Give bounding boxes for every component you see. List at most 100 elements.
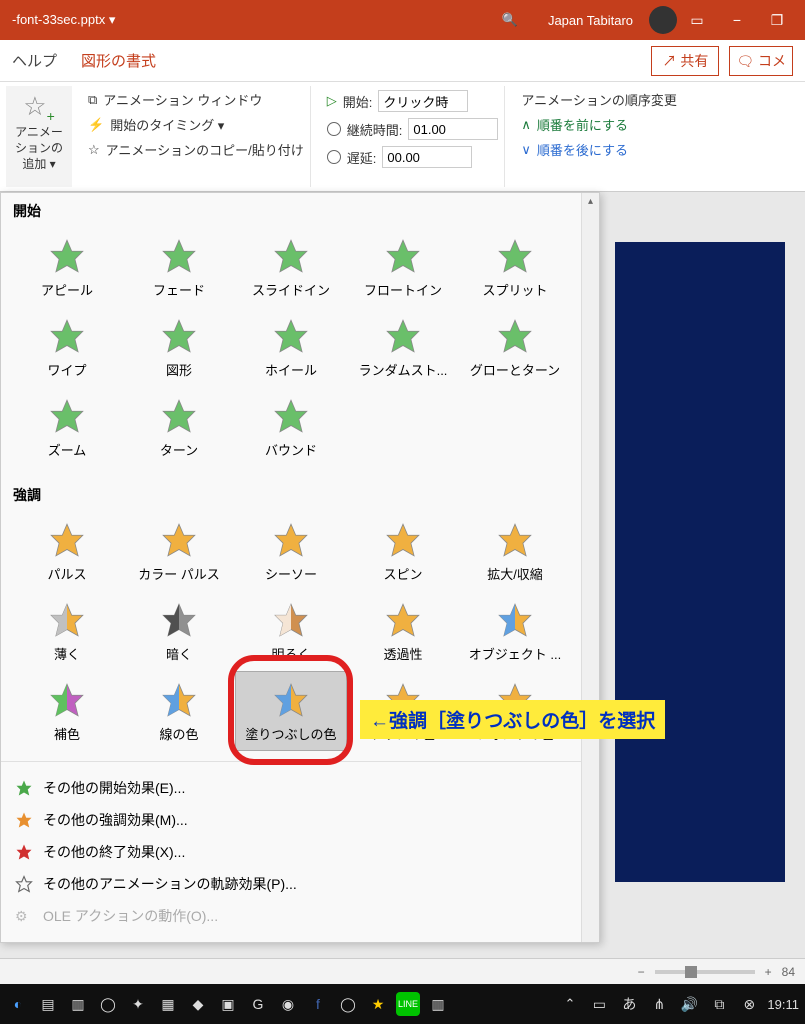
item-label: スライドイン xyxy=(252,280,330,299)
add-animation-button[interactable]: ☆+ アニメーションの追加 ▾ xyxy=(6,86,72,187)
share-button[interactable]: ↗ 共有 xyxy=(651,46,719,76)
scroll-up-icon[interactable]: ▴ xyxy=(582,193,599,211)
entrance-grid: アピールフェード スライドイン フロートインスプリットワイプ図形ホイールランダムスト… xyxy=(1,223,599,477)
ribbon-options-icon[interactable]: ▭ xyxy=(677,12,717,29)
group-advanced: ⧉アニメーション ウィンドウ ⚡開始のタイミング ▾ ☆アニメーションのコピー/… xyxy=(82,86,311,187)
star-emphasis-icon xyxy=(495,520,535,560)
emphasis-item[interactable]: 線の色 xyxy=(123,671,235,751)
delay-input[interactable] xyxy=(382,146,472,168)
avatar[interactable] xyxy=(649,6,677,34)
emphasis-item[interactable]: カラー パルス xyxy=(123,511,235,591)
star-emphasis-icon xyxy=(271,520,311,560)
item-label: フロートイン xyxy=(364,280,442,299)
star-green-icon xyxy=(271,236,311,276)
add-animation-label: アニメーションの追加 ▾ xyxy=(15,125,63,170)
taskbar-facebook-icon[interactable]: f xyxy=(306,992,330,1016)
more-emphasis[interactable]: その他の強調効果(M)... xyxy=(15,804,585,836)
minimize-icon[interactable]: − xyxy=(717,12,757,28)
trigger-button[interactable]: ⚡開始のタイミング ▾ xyxy=(88,115,304,134)
item-label: 透過性 xyxy=(383,644,422,663)
emphasis-item[interactable]: 補色 xyxy=(11,671,123,751)
emphasis-item[interactable]: スピン xyxy=(347,511,459,591)
item-label: フェード xyxy=(153,280,205,299)
taskbar-app-icon[interactable]: ◆ xyxy=(186,992,210,1016)
battery-icon[interactable]: ▭ xyxy=(587,992,611,1016)
entrance-item[interactable]: ズーム xyxy=(11,387,123,467)
taskbar-app-icon[interactable]: ▥ xyxy=(66,992,90,1016)
emphasis-item[interactable]: パルス xyxy=(11,511,123,591)
tray-chevron-icon[interactable]: ⌃ xyxy=(565,996,576,1012)
star-emphasis-icon xyxy=(159,600,199,640)
taskbar-chrome-icon[interactable]: ◯ xyxy=(96,992,120,1016)
taskbar-app-icon[interactable]: ★ xyxy=(366,992,390,1016)
entrance-item[interactable]: フェード xyxy=(123,227,235,307)
taskbar-app-icon[interactable]: ◉ xyxy=(276,992,300,1016)
share-label: 共有 xyxy=(680,53,708,69)
emphasis-item[interactable]: 拡大/収縮 xyxy=(459,511,571,591)
emphasis-item[interactable]: 透過性 xyxy=(347,591,459,671)
start-select[interactable] xyxy=(378,90,468,112)
star-green-icon xyxy=(159,236,199,276)
tab-shape-format[interactable]: 図形の書式 xyxy=(81,50,156,71)
star-green-icon xyxy=(495,236,535,276)
item-label: カラー パルス xyxy=(138,564,220,583)
section-entrance: 開始 xyxy=(1,193,599,223)
more-motion[interactable]: その他のアニメーションの軌跡効果(P)... xyxy=(15,868,585,900)
emphasis-item[interactable]: オブジェクト ... xyxy=(459,591,571,671)
move-later-button[interactable]: ∨ 順番を後にする xyxy=(521,140,676,159)
entrance-item[interactable]: ターン xyxy=(123,387,235,467)
item-label: オブジェクト ... xyxy=(469,644,561,663)
close-session-icon[interactable]: ⊗ xyxy=(737,992,761,1016)
entrance-item[interactable]: 図形 xyxy=(123,307,235,387)
tab-help[interactable]: ヘルプ xyxy=(12,50,57,71)
animation-pane-button[interactable]: ⧉アニメーション ウィンドウ xyxy=(88,90,304,109)
scrollbar[interactable]: ▴ xyxy=(581,193,599,942)
entrance-item[interactable]: スプリット xyxy=(459,227,571,307)
comment-button[interactable]: 🗨 コメ xyxy=(729,46,793,76)
taskbar-google-icon[interactable]: G xyxy=(246,992,270,1016)
taskbar-line-icon[interactable]: LINE xyxy=(396,992,420,1016)
animation-painter-button[interactable]: ☆アニメーションのコピー/貼り付け xyxy=(88,140,304,159)
taskbar-app-icon[interactable]: ▣ xyxy=(216,992,240,1016)
emphasis-item[interactable]: 暗く xyxy=(123,591,235,671)
entrance-item[interactable]: フロートイン xyxy=(347,227,459,307)
entrance-item[interactable]: スライドイン xyxy=(235,227,347,307)
zoom-slider[interactable] xyxy=(655,970,755,974)
entrance-item[interactable]: ワイプ xyxy=(11,307,123,387)
dropbox-icon[interactable]: ⧉ xyxy=(707,992,731,1016)
taskbar-app-icon[interactable]: ▦ xyxy=(156,992,180,1016)
emphasis-item-fill-color[interactable]: 塗りつぶしの色 xyxy=(235,671,347,751)
star-green-icon xyxy=(495,316,535,356)
clock[interactable]: 19:11 xyxy=(767,997,799,1012)
group-timing: ▷開始: 継続時間: 遅延: xyxy=(321,86,506,187)
search-icon[interactable]: 🔍 xyxy=(502,12,518,28)
emphasis-item[interactable]: 薄く xyxy=(11,591,123,671)
zoom-out-icon[interactable]: − xyxy=(638,965,645,979)
taskbar-app-icon[interactable]: ▤ xyxy=(36,992,60,1016)
zoom-value[interactable]: 84 xyxy=(782,965,795,979)
more-exit[interactable]: その他の終了効果(X)... xyxy=(15,836,585,868)
emphasis-item[interactable]: シーソー xyxy=(235,511,347,591)
ime-icon[interactable]: あ xyxy=(617,992,641,1016)
slide-object[interactable] xyxy=(615,242,785,882)
entrance-item[interactable]: グローとターン xyxy=(459,307,571,387)
entrance-item[interactable]: バウンド xyxy=(235,387,347,467)
move-earlier-button[interactable]: ∧ 順番を前にする xyxy=(521,115,676,134)
taskbar-app-icon[interactable]: ✦ xyxy=(126,992,150,1016)
user-name[interactable]: Japan Tabitaro xyxy=(548,13,633,28)
zoom-in-icon[interactable]: + xyxy=(765,965,772,979)
star-green-icon xyxy=(383,236,423,276)
entrance-item[interactable]: ホイール xyxy=(235,307,347,387)
wifi-icon[interactable]: ⋔ xyxy=(647,992,671,1016)
duration-input[interactable] xyxy=(408,118,498,140)
volume-icon[interactable]: 🔊 xyxy=(677,992,701,1016)
restore-icon[interactable]: ❐ xyxy=(757,12,797,29)
taskbar-app-icon[interactable]: ▥ xyxy=(426,992,450,1016)
reorder-title: アニメーションの順序変更 xyxy=(521,90,676,109)
entrance-item[interactable]: アピール xyxy=(11,227,123,307)
emphasis-item[interactable]: 明るく xyxy=(235,591,347,671)
taskbar-start-icon[interactable]: ◐ xyxy=(6,992,30,1016)
taskbar-app-icon[interactable]: ◯ xyxy=(336,992,360,1016)
more-entrance[interactable]: その他の開始効果(E)... xyxy=(15,772,585,804)
entrance-item[interactable]: ランダムスト... xyxy=(347,307,459,387)
